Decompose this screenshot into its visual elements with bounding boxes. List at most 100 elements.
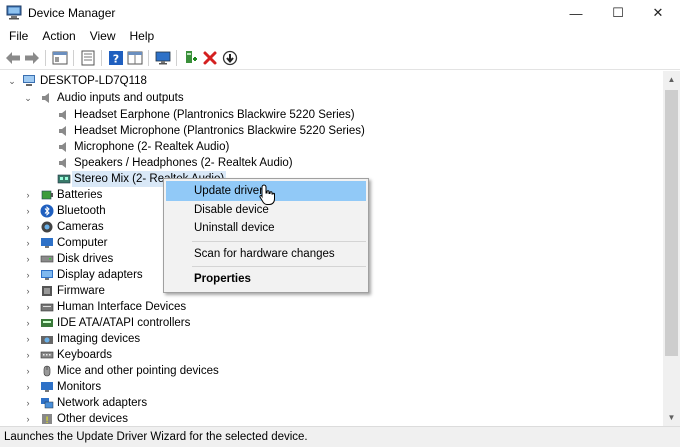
hid-icon xyxy=(40,303,54,312)
tree-category-label: Batteries xyxy=(57,189,103,201)
tree-category-label: Bluetooth xyxy=(57,205,106,217)
toolbar: ? xyxy=(0,46,680,70)
update-down-icon[interactable] xyxy=(221,49,239,67)
chevron-right-icon[interactable]: › xyxy=(22,411,34,426)
speaker-icon xyxy=(59,110,66,120)
menu-file[interactable]: File xyxy=(2,26,35,46)
computer-icon xyxy=(23,75,35,86)
tree-category-label: Cameras xyxy=(57,221,104,233)
add-driver-icon[interactable] xyxy=(182,49,200,67)
back-arrow-icon[interactable] xyxy=(4,49,22,67)
chevron-right-icon[interactable]: › xyxy=(22,315,34,331)
tree-category-label: Human Interface Devices xyxy=(57,301,187,313)
tree-root-label: DESKTOP-LD7Q118 xyxy=(40,75,147,87)
tree-category-label: Monitors xyxy=(57,381,102,393)
chevron-right-icon[interactable]: › xyxy=(22,251,34,267)
tree-category-label: Disk drives xyxy=(57,253,114,265)
tree-category-label: Display adapters xyxy=(57,269,143,281)
menu-bar: File Action View Help xyxy=(0,26,680,46)
display-adapter-icon xyxy=(41,270,53,280)
device-manager-icon xyxy=(6,5,22,20)
speaker-icon xyxy=(59,142,66,152)
tree-category-label: IDE ATA/ATAPI controllers xyxy=(57,317,191,329)
svg-text:!: ! xyxy=(45,416,49,426)
scroll-thumb[interactable] xyxy=(665,90,678,356)
chevron-right-icon[interactable]: › xyxy=(22,379,34,395)
chevron-right-icon[interactable]: › xyxy=(22,363,34,379)
context-uninstall-device[interactable]: Uninstall device xyxy=(166,218,366,238)
tree-category-label: Other devices xyxy=(57,413,128,425)
monitor-icon xyxy=(41,238,53,248)
properties-icon[interactable] xyxy=(79,49,97,67)
maximize-button[interactable]: ☐ xyxy=(598,0,638,26)
network-adapter-icon xyxy=(41,398,54,409)
forward-arrow-icon[interactable] xyxy=(23,49,41,67)
ide-controller-icon xyxy=(41,319,53,327)
chevron-right-icon[interactable]: › xyxy=(22,331,34,347)
context-properties[interactable]: Properties xyxy=(166,269,366,289)
mouse-icon xyxy=(43,365,51,377)
tree-category-label: Network adapters xyxy=(57,397,148,409)
menu-action[interactable]: Action xyxy=(35,26,82,46)
title-bar: Device Manager — ☐ ✕ xyxy=(0,0,680,26)
chevron-down-icon[interactable]: ⌄ xyxy=(22,90,34,106)
console-tree-icon[interactable] xyxy=(51,49,69,67)
toolbar-separator xyxy=(101,50,102,66)
toolbar-separator xyxy=(73,50,74,66)
tree-category-label: Mice and other pointing devices xyxy=(57,365,219,377)
svg-text:?: ? xyxy=(113,53,119,66)
help-icon[interactable]: ? xyxy=(107,49,125,67)
status-text: Launches the Update Driver Wizard for th… xyxy=(4,431,308,443)
camera-icon xyxy=(41,221,53,233)
chevron-right-icon[interactable]: › xyxy=(22,347,34,363)
close-button[interactable]: ✕ xyxy=(638,0,678,26)
other-devices-icon: ! xyxy=(42,414,52,426)
speaker-icon xyxy=(42,93,49,103)
context-separator xyxy=(192,241,366,242)
speaker-icon xyxy=(59,158,66,168)
tree-device-label: Headset Microphone (Plantronics Blackwir… xyxy=(74,125,365,137)
tree-category-label: Computer xyxy=(57,237,108,249)
disk-drive-icon xyxy=(40,255,54,263)
toolbar-separator xyxy=(148,50,149,66)
chevron-right-icon[interactable]: › xyxy=(22,283,34,299)
chevron-right-icon[interactable]: › xyxy=(22,219,34,235)
chevron-right-icon[interactable]: › xyxy=(22,235,34,251)
uninstall-x-icon[interactable] xyxy=(201,49,219,67)
scroll-down-icon[interactable]: ▼ xyxy=(663,409,680,426)
menu-help[interactable]: Help xyxy=(123,26,162,46)
chevron-right-icon[interactable]: › xyxy=(22,267,34,283)
sound-card-icon xyxy=(57,174,71,184)
keyboard-icon xyxy=(40,351,54,359)
battery-icon xyxy=(41,190,53,200)
tree-category-label: Firmware xyxy=(57,285,105,297)
chevron-right-icon[interactable]: › xyxy=(22,203,34,219)
bluetooth-icon xyxy=(40,204,54,218)
tree-device-label: Speakers / Headphones (2- Realtek Audio) xyxy=(74,157,293,169)
vertical-scrollbar[interactable]: ▲ ▼ xyxy=(663,71,680,426)
monitor-icon xyxy=(41,382,53,392)
speaker-icon xyxy=(59,126,66,136)
chevron-right-icon[interactable]: › xyxy=(22,299,34,315)
firmware-icon xyxy=(42,286,52,296)
tree-category-label: Audio inputs and outputs xyxy=(57,92,184,104)
tree-category-label: Imaging devices xyxy=(57,333,141,345)
chevron-down-icon[interactable]: ⌄ xyxy=(6,73,18,89)
hand-cursor-icon xyxy=(259,184,275,205)
menu-view[interactable]: View xyxy=(83,26,123,46)
view-icon[interactable] xyxy=(126,49,144,67)
tree-category-label: Keyboards xyxy=(57,349,112,361)
context-separator xyxy=(192,266,366,267)
chevron-right-icon[interactable]: › xyxy=(22,187,34,203)
scroll-up-icon[interactable]: ▲ xyxy=(663,71,680,88)
monitor-icon[interactable] xyxy=(154,49,172,67)
imaging-device-icon xyxy=(41,336,53,344)
context-scan-hardware[interactable]: Scan for hardware changes xyxy=(166,244,366,264)
toolbar-separator xyxy=(45,50,46,66)
toolbar-separator xyxy=(176,50,177,66)
status-bar: Launches the Update Driver Wizard for th… xyxy=(0,426,680,447)
window-title: Device Manager xyxy=(28,6,116,20)
chevron-right-icon[interactable]: › xyxy=(22,395,34,411)
minimize-button[interactable]: — xyxy=(556,0,596,26)
tree-device-label: Microphone (2- Realtek Audio) xyxy=(74,141,230,153)
